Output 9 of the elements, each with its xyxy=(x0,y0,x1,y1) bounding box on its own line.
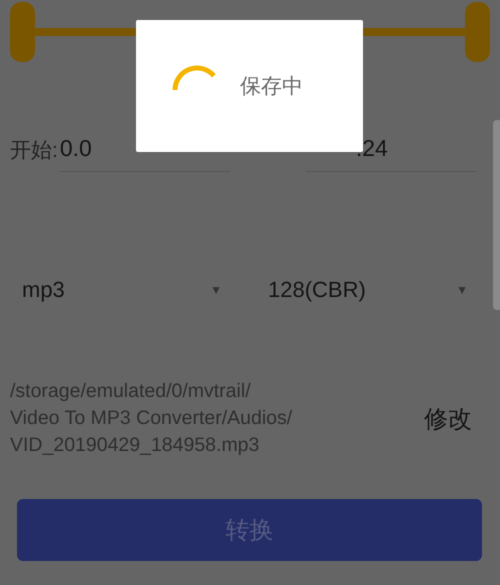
format-dropdown[interactable]: mp3 ▼ xyxy=(22,277,222,303)
change-button[interactable]: 修改 xyxy=(424,402,472,434)
start-label: 开始: xyxy=(10,138,58,164)
slider-handle[interactable] xyxy=(10,2,35,62)
scrollbar[interactable] xyxy=(493,120,500,310)
dialog-message: 保存中 xyxy=(240,74,303,100)
bitrate-dropdown[interactable]: 128(CBR) ▼ xyxy=(268,277,468,303)
output-path: /storage/emulated/0/mvtrail/ Video To MP3 Converter/Audios/ VID_20190429_184958.mp3 xyxy=(10,379,294,458)
slider-handle[interactable] xyxy=(465,2,490,62)
